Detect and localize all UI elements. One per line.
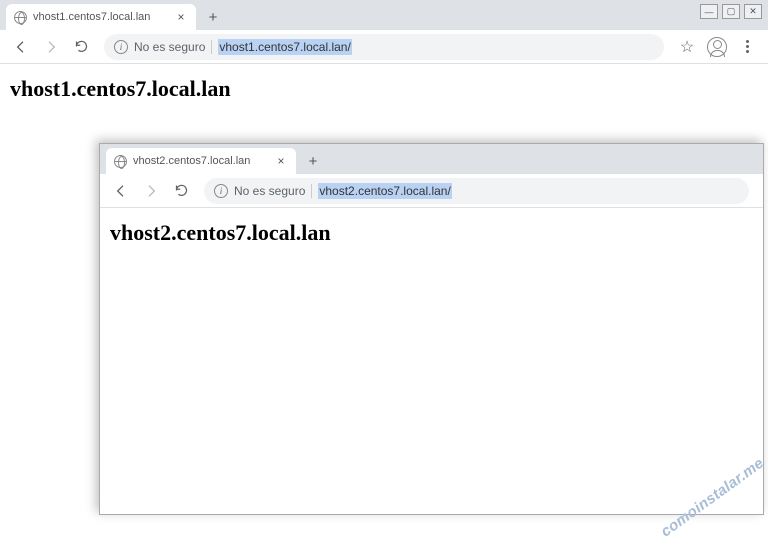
window-controls: — ▢ ✕ — [700, 4, 762, 19]
close-tab-icon[interactable]: × — [274, 154, 288, 168]
info-icon[interactable]: i — [214, 184, 228, 198]
divider — [311, 184, 312, 198]
info-icon[interactable]: i — [114, 40, 128, 54]
globe-icon — [114, 155, 127, 168]
new-tab-button[interactable]: + — [202, 6, 224, 28]
globe-icon — [14, 11, 27, 24]
reload-button[interactable] — [168, 178, 194, 204]
insecure-label: No es seguro — [134, 40, 205, 54]
tab-title: vhost1.centos7.local.lan — [33, 11, 168, 23]
browser-window-2: vhost2.centos7.local.lan × + i No es seg… — [99, 143, 764, 515]
forward-button[interactable] — [38, 34, 64, 60]
forward-button[interactable] — [138, 178, 164, 204]
back-button[interactable] — [8, 34, 34, 60]
maximize-button[interactable]: ▢ — [722, 4, 740, 19]
page-content: vhost2.centos7.local.lan — [100, 208, 763, 258]
tab-title: vhost2.centos7.local.lan — [133, 155, 268, 167]
close-window-button[interactable]: ✕ — [744, 4, 762, 19]
url-text: vhost2.centos7.local.lan/ — [318, 183, 451, 199]
menu-dots-icon[interactable] — [734, 34, 760, 60]
reload-button[interactable] — [68, 34, 94, 60]
page-heading: vhost1.centos7.local.lan — [10, 76, 758, 102]
tab-bar: vhost1.centos7.local.lan × + — ▢ ✕ — [0, 0, 768, 30]
toolbar: i No es seguro vhost1.centos7.local.lan/… — [0, 30, 768, 64]
browser-tab[interactable]: vhost1.centos7.local.lan × — [6, 4, 196, 30]
address-bar[interactable]: i No es seguro vhost2.centos7.local.lan/ — [204, 178, 749, 204]
browser-tab[interactable]: vhost2.centos7.local.lan × — [106, 148, 296, 174]
new-tab-button[interactable]: + — [302, 150, 324, 172]
tab-bar: vhost2.centos7.local.lan × + — [100, 144, 763, 174]
bookmark-star-icon[interactable]: ☆ — [674, 34, 700, 60]
page-content: vhost1.centos7.local.lan — [0, 64, 768, 114]
url-text: vhost1.centos7.local.lan/ — [218, 39, 351, 55]
back-button[interactable] — [108, 178, 134, 204]
insecure-label: No es seguro — [234, 184, 305, 198]
close-tab-icon[interactable]: × — [174, 10, 188, 24]
toolbar: i No es seguro vhost2.centos7.local.lan/ — [100, 174, 763, 208]
profile-avatar-icon[interactable] — [704, 34, 730, 60]
divider — [211, 40, 212, 54]
address-bar[interactable]: i No es seguro vhost1.centos7.local.lan/ — [104, 34, 664, 60]
minimize-button[interactable]: — — [700, 4, 718, 19]
page-heading: vhost2.centos7.local.lan — [110, 220, 753, 246]
